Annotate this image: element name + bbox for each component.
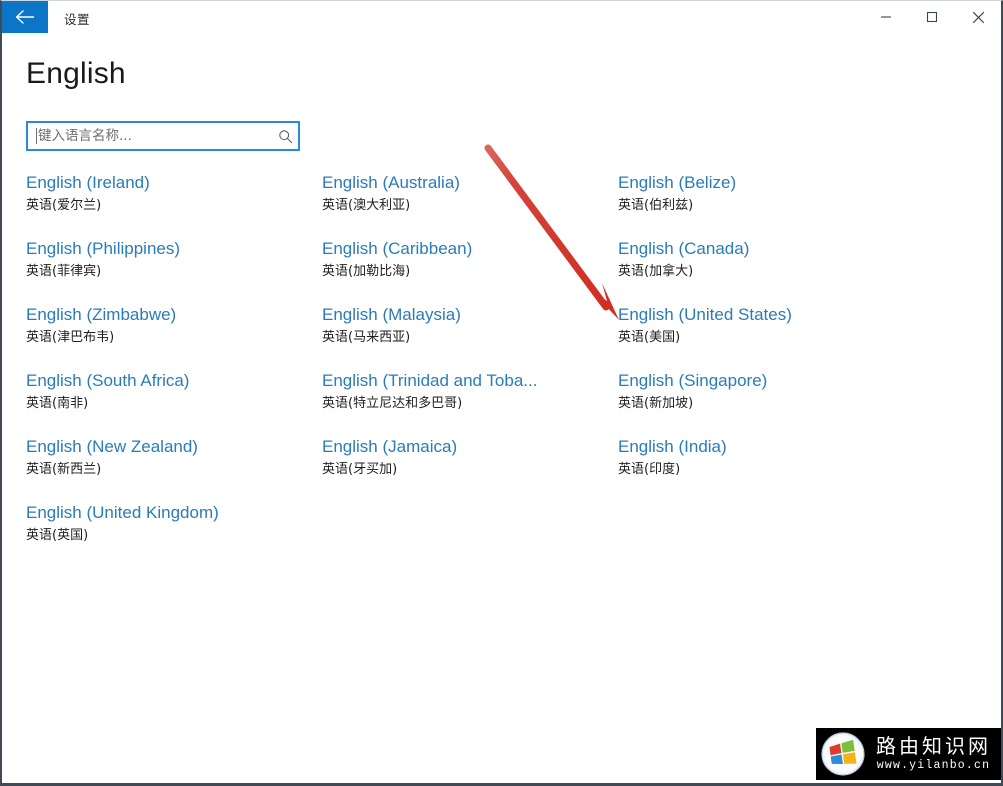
search-icon[interactable]: [272, 129, 298, 144]
language-name[interactable]: English (Caribbean): [322, 237, 618, 261]
language-item-english-united-kingdom[interactable]: English (United Kingdom) 英语(英国): [26, 501, 322, 567]
language-item-english-caribbean[interactable]: English (Caribbean) 英语(加勒比海): [322, 237, 618, 303]
language-native-name: 英语(加勒比海): [322, 264, 411, 279]
language-name[interactable]: English (Singapore): [618, 369, 914, 393]
language-column-3: English (Belize) 英语(伯利兹) English (Canada…: [618, 171, 914, 567]
language-item-english-india[interactable]: English (India) 英语(印度): [618, 435, 914, 501]
language-name[interactable]: English (Canada): [618, 237, 914, 261]
language-native-name: 英语(加拿大): [618, 264, 694, 279]
language-item-english-ireland[interactable]: English (Ireland) 英语(爱尔兰): [26, 171, 322, 237]
language-native-name: 英语(牙买加): [322, 462, 398, 477]
language-list: English (Ireland) 英语(爱尔兰) English (Phili…: [26, 171, 956, 567]
language-name[interactable]: English (Malaysia): [322, 303, 618, 327]
language-native-name: 英语(爱尔兰): [26, 198, 102, 213]
back-button[interactable]: [2, 1, 48, 33]
language-native-name: 英语(新西兰): [26, 462, 102, 477]
language-native-name: 英语(印度): [618, 462, 681, 477]
watermark-text: 路由知识网 www.yilanbo.cn: [876, 734, 991, 774]
language-native-name: 英语(菲律宾): [26, 264, 102, 279]
title-bar: 设置: [2, 1, 1001, 35]
language-native-name: 英语(特立尼达和多巴哥): [322, 396, 463, 411]
language-column-1: English (Ireland) 英语(爱尔兰) English (Phili…: [26, 171, 322, 567]
language-native-name: 英语(马来西亚): [322, 330, 411, 345]
maximize-button[interactable]: [909, 1, 955, 33]
language-item-english-malaysia[interactable]: English (Malaysia) 英语(马来西亚): [322, 303, 618, 369]
language-item-english-philippines[interactable]: English (Philippines) 英语(菲律宾): [26, 237, 322, 303]
page-title: English: [26, 57, 126, 90]
language-item-english-canada[interactable]: English (Canada) 英语(加拿大): [618, 237, 914, 303]
language-name[interactable]: English (South Africa): [26, 369, 322, 393]
language-name[interactable]: English (Belize): [618, 171, 914, 195]
language-native-name: 英语(津巴布韦): [26, 330, 115, 345]
language-native-name: 英语(南非): [26, 396, 89, 411]
language-name[interactable]: English (Philippines): [26, 237, 322, 261]
settings-window: 设置 English 键入语言名称... English (Ireland) 英…: [0, 0, 1003, 786]
language-item-english-zimbabwe[interactable]: English (Zimbabwe) 英语(津巴布韦): [26, 303, 322, 369]
language-item-english-south-africa[interactable]: English (South Africa) 英语(南非): [26, 369, 322, 435]
watermark-site-name: 路由知识网: [876, 734, 991, 758]
language-item-english-trinidad-and-tobago[interactable]: English (Trinidad and Toba... 英语(特立尼达和多巴…: [322, 369, 618, 435]
search-input[interactable]: [37, 124, 272, 148]
language-native-name: 英语(英国): [26, 528, 89, 543]
language-native-name: 英语(新加坡): [618, 396, 694, 411]
language-item-english-singapore[interactable]: English (Singapore) 英语(新加坡): [618, 369, 914, 435]
language-name[interactable]: English (United Kingdom): [26, 501, 322, 525]
language-item-english-belize[interactable]: English (Belize) 英语(伯利兹): [618, 171, 914, 237]
language-name[interactable]: English (Trinidad and Toba...: [322, 369, 618, 393]
language-name[interactable]: English (India): [618, 435, 914, 459]
window-title: 设置: [64, 12, 91, 27]
language-item-english-australia[interactable]: English (Australia) 英语(澳大利亚): [322, 171, 618, 237]
language-name[interactable]: English (United States): [618, 303, 914, 327]
language-name[interactable]: English (Zimbabwe): [26, 303, 322, 327]
language-column-2: English (Australia) 英语(澳大利亚) English (Ca…: [322, 171, 618, 567]
window-controls: [863, 1, 1001, 33]
close-button[interactable]: [955, 1, 1001, 33]
language-name[interactable]: English (New Zealand): [26, 435, 322, 459]
watermark-url: www.yilanbo.cn: [876, 759, 991, 772]
language-name[interactable]: English (Jamaica): [322, 435, 618, 459]
watermark: 路由知识网 www.yilanbo.cn: [816, 728, 1001, 780]
language-item-english-united-states[interactable]: English (United States) 英语(美国): [618, 303, 914, 369]
language-native-name: 英语(澳大利亚): [322, 198, 411, 213]
windows-logo-icon: [820, 731, 866, 777]
language-native-name: 英语(伯利兹): [618, 198, 694, 213]
minimize-button[interactable]: [863, 1, 909, 33]
language-name[interactable]: English (Ireland): [26, 171, 322, 195]
language-native-name: 英语(美国): [618, 330, 681, 345]
search-box[interactable]: [26, 121, 300, 151]
language-item-english-jamaica[interactable]: English (Jamaica) 英语(牙买加): [322, 435, 618, 501]
language-item-english-new-zealand[interactable]: English (New Zealand) 英语(新西兰): [26, 435, 322, 501]
language-name[interactable]: English (Australia): [322, 171, 618, 195]
